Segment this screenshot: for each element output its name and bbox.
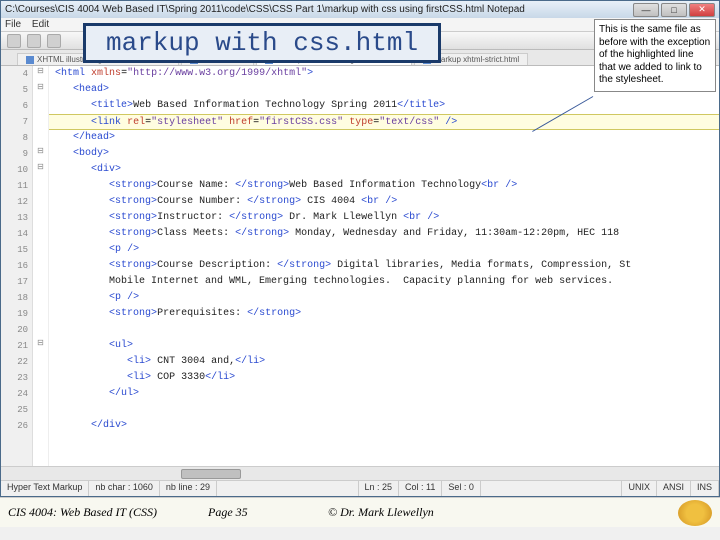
status-language: Hyper Text Markup xyxy=(1,481,89,496)
close-button[interactable]: ✕ xyxy=(689,3,715,17)
status-nbline: nb line : 29 xyxy=(160,481,217,496)
code-area[interactable]: <html xmlns="http://www.w3.org/1999/xhtm… xyxy=(49,66,719,466)
status-sel: Sel : 0 xyxy=(442,481,481,496)
titlebar-text: C:\Courses\CIS 4004 Web Based IT\Spring … xyxy=(5,4,633,15)
window-controls: — □ ✕ xyxy=(633,3,715,17)
minimize-button[interactable]: — xyxy=(633,3,659,17)
footer-author: © Dr. Mark Llewellyn xyxy=(328,505,678,520)
status-enc: ANSI xyxy=(657,481,691,496)
horizontal-scrollbar[interactable] xyxy=(1,466,719,480)
status-ins: INS xyxy=(691,481,719,496)
open-file-icon[interactable] xyxy=(27,34,41,48)
status-col: Col : 11 xyxy=(399,481,442,496)
code-editor: 4567891011121314151617181920212223242526… xyxy=(1,66,719,466)
new-file-icon[interactable] xyxy=(7,34,21,48)
status-ln: Ln : 25 xyxy=(359,481,400,496)
titlebar[interactable]: C:\Courses\CIS 4004 Web Based IT\Spring … xyxy=(1,1,719,18)
callout-note: This is the same file as before with the… xyxy=(594,19,716,92)
scrollbar-thumb[interactable] xyxy=(181,469,241,479)
status-eol: UNIX xyxy=(622,481,657,496)
menu-file[interactable]: File xyxy=(5,19,21,30)
status-nbchar: nb char : 1060 xyxy=(89,481,160,496)
slide-footer: CIS 4004: Web Based IT (CSS) Page 35 © D… xyxy=(0,497,720,527)
line-number-gutter: 4567891011121314151617181920212223242526 xyxy=(1,66,33,466)
footer-course: CIS 4004: Web Based IT (CSS) xyxy=(8,505,208,520)
file-icon xyxy=(26,56,34,64)
ucf-logo-icon xyxy=(678,500,712,526)
maximize-button[interactable]: □ xyxy=(661,3,687,17)
statusbar: Hyper Text Markup nb char : 1060 nb line… xyxy=(1,480,719,496)
save-icon[interactable] xyxy=(47,34,61,48)
fold-column: ⊟⊟⊟⊟⊟ xyxy=(33,66,49,466)
editor-window: C:\Courses\CIS 4004 Web Based IT\Spring … xyxy=(0,0,720,497)
footer-page: Page 35 xyxy=(208,505,328,520)
slide-title-overlay: markup with css.html xyxy=(83,23,441,63)
menu-edit[interactable]: Edit xyxy=(32,19,49,30)
